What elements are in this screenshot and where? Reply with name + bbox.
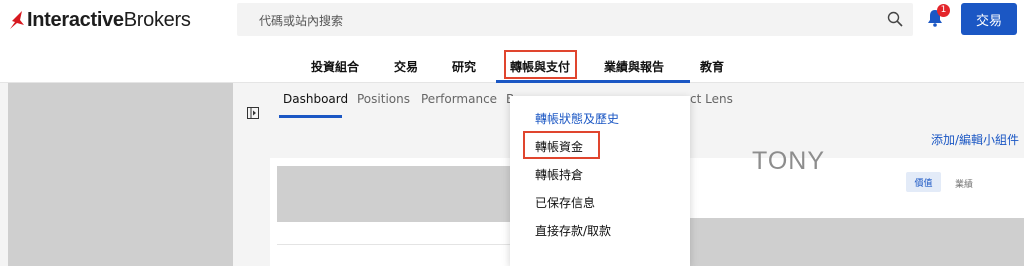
content-divider: [277, 244, 510, 245]
ib-logo[interactable]: InteractiveBrokers: [10, 8, 191, 32]
nav-trade[interactable]: 交易: [394, 58, 418, 75]
panel-toggle-icon[interactable]: [247, 107, 259, 119]
menu-item-transfer-positions[interactable]: 轉帳持倉: [535, 166, 583, 183]
tab-lens[interactable]: ct Lens: [690, 92, 733, 106]
tab-active-underline: [279, 115, 342, 118]
search-box[interactable]: 代碼或站內搜索: [237, 3, 913, 36]
tab-dashboard[interactable]: Dashboard: [283, 92, 348, 106]
nav-active-underline: [496, 80, 690, 83]
brand-flame-icon: [10, 11, 24, 29]
top-bar: InteractiveBrokers 代碼或站內搜索 1 交易: [0, 0, 1024, 40]
left-panel-placeholder: [8, 83, 233, 266]
tab-performance[interactable]: Performance: [421, 92, 497, 106]
nav-active-highlight: [504, 50, 577, 79]
nav-research[interactable]: 研究: [452, 58, 476, 75]
business-toggle-button[interactable]: 業績: [955, 177, 973, 190]
transfer-dropdown-menu: 轉帳狀態及歷史 轉帳資金 轉帳持倉 已保存信息 直接存款/取款: [510, 96, 690, 266]
value-toggle-button[interactable]: 價值: [906, 172, 941, 192]
brand-name: InteractiveBrokers: [27, 8, 191, 31]
watermark-text: TONY: [752, 147, 825, 175]
search-icon[interactable]: [887, 11, 903, 27]
tab-positions[interactable]: Positions: [357, 92, 410, 106]
menu-item-highlight: [523, 131, 600, 159]
trade-button[interactable]: 交易: [961, 3, 1017, 35]
edit-widgets-link[interactable]: 添加/編輯小組件: [931, 131, 1019, 148]
menu-item-saved-info[interactable]: 已保存信息: [535, 194, 595, 211]
notification-badge: 1: [937, 4, 950, 17]
menu-item-transfer-status[interactable]: 轉帳狀態及歷史: [535, 110, 619, 127]
content-placeholder-right: [688, 218, 1024, 266]
nav-education[interactable]: 教育: [700, 58, 724, 75]
nav-performance-reports[interactable]: 業績與報告: [604, 58, 664, 75]
content-placeholder-left: [277, 166, 510, 222]
menu-item-direct-deposit[interactable]: 直接存款/取款: [535, 222, 611, 239]
search-placeholder: 代碼或站內搜索: [259, 14, 344, 28]
nav-portfolio[interactable]: 投資組合: [311, 58, 359, 75]
